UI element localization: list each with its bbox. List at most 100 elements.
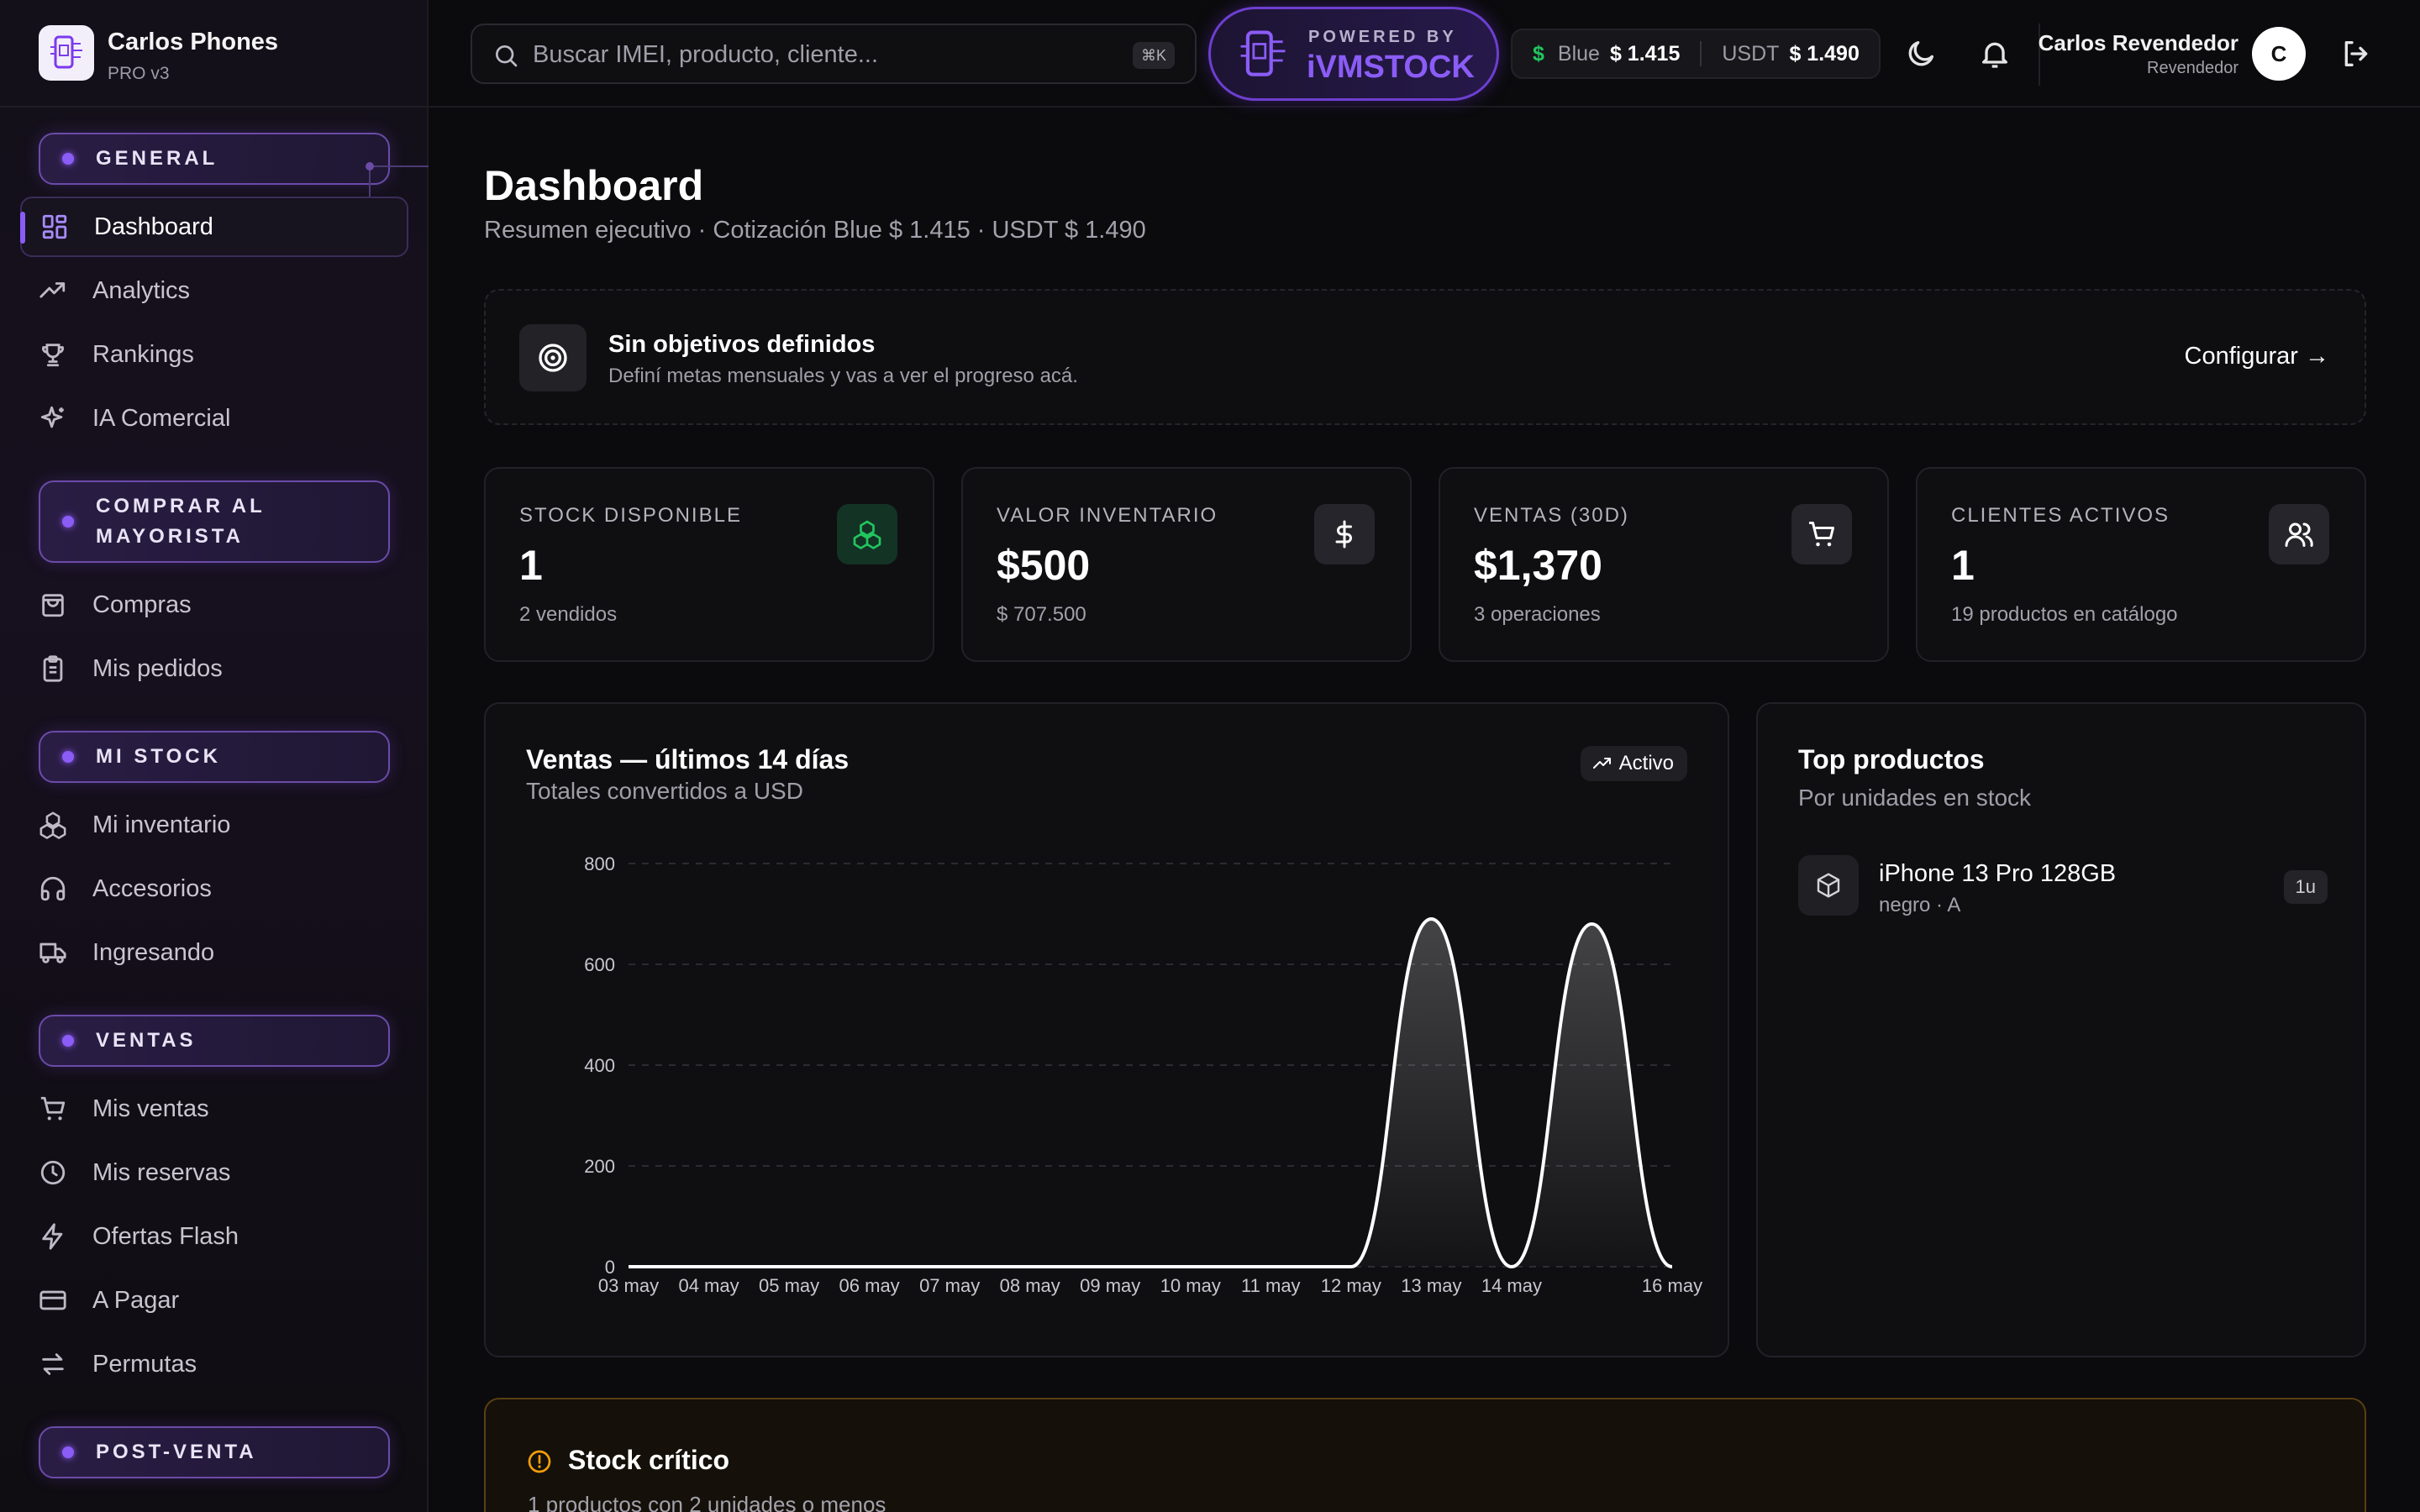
stat-sub: 2 vendidos — [519, 603, 618, 626]
user-name: Carlos Revendedor — [2038, 30, 2238, 55]
phone-chip-logo-icon — [1240, 30, 1286, 76]
sidebar-item-permutas[interactable]: Permutas — [20, 1334, 408, 1394]
credit-card-icon — [39, 1290, 66, 1310]
cart-icon — [40, 1096, 66, 1121]
stat-card-clientes: CLIENTES ACTIVOS 1 19 productos en catál… — [1916, 467, 2366, 662]
section-dot-icon — [62, 1035, 74, 1047]
section-dot-icon — [62, 153, 74, 165]
brand-header[interactable]: Carlos Phones PRO v3 — [0, 0, 427, 108]
boxes-icon — [39, 811, 66, 839]
page-subtitle: Resumen ejecutivo · Cotización Blue $ 1.… — [484, 217, 1146, 244]
x-tick-label: 03 may — [598, 1275, 659, 1296]
target-icon — [519, 324, 587, 391]
usdt-rate-label: USDT — [1722, 41, 1780, 66]
avatar[interactable]: C — [2252, 27, 2306, 81]
x-tick-label: 12 may — [1321, 1275, 1381, 1296]
list-item[interactable]: iPhone 13 Pro 128GB negro · A 1u — [1798, 855, 2328, 917]
x-tick-label: 05 may — [759, 1275, 819, 1296]
exchange-rates: $ Blue $ 1.415 USDT $ 1.490 — [1511, 29, 1881, 79]
powered-by-label: POWERED BY — [1308, 28, 1457, 46]
sidebar-item-ingresando[interactable]: Ingresando — [20, 922, 408, 983]
sidebar-item-a-pagar[interactable]: A Pagar — [20, 1270, 408, 1331]
boxes-icon — [837, 504, 897, 564]
sidebar-item-label: Mis ventas — [92, 1095, 209, 1122]
sidebar-item-label: IA Comercial — [92, 404, 231, 432]
sidebar-item-rankings[interactable]: Rankings — [20, 324, 408, 385]
clock-icon — [40, 1160, 66, 1185]
critical-stock-panel: Stock crítico 1 productos con 2 unidades… — [484, 1398, 2366, 1512]
y-tick-label: 400 — [584, 1055, 615, 1076]
rates-divider — [1700, 41, 1702, 66]
sidebar-item-accesorios[interactable]: Accesorios — [20, 858, 408, 919]
sidebar-item-compras[interactable]: Compras — [20, 575, 408, 635]
sidebar-item-mis-reservas[interactable]: Mis reservas — [20, 1142, 408, 1203]
stat-card-valor-inventario: VALOR INVENTARIO $500 $ 707.500 — [961, 467, 1412, 662]
trending-up-icon — [39, 282, 66, 298]
sidebar: Carlos Phones PRO v3 GENERAL Dashboard A… — [0, 0, 429, 1512]
critical-stock-title: Stock crítico — [568, 1445, 730, 1475]
topbar: ⌘K POWERED BY iVMSTOCK $ Blue $ 1.415 US… — [429, 0, 2420, 108]
stat-value: 1 — [1951, 542, 1975, 589]
section-dot-icon — [62, 1446, 74, 1458]
sidebar-item-analytics[interactable]: Analytics — [20, 260, 408, 321]
sales-chart-panel: Ventas — últimos 14 días Totales convert… — [484, 702, 1729, 1357]
page-title: Dashboard — [484, 162, 704, 209]
sidebar-item-ofertas-flash[interactable]: Ofertas Flash — [20, 1206, 408, 1267]
user-role: Revendedor — [2147, 59, 2238, 77]
stat-sub: 3 operaciones — [1474, 603, 1601, 626]
sidebar-item-dashboard[interactable]: Dashboard — [20, 197, 408, 257]
sidebar-item-label: Mis pedidos — [92, 654, 223, 682]
sales-area-chart: 020040060080003 may 04 may 05 may 06 may 07 … — [584, 853, 1702, 1296]
stat-card-stock: STOCK DISPONIBLE 1 2 vendidos — [484, 467, 934, 662]
configure-button[interactable]: Configurar → — [2185, 343, 2329, 370]
sidebar-item-label: A Pagar — [92, 1286, 180, 1314]
phone-chip-logo-icon — [39, 25, 94, 81]
sidebar-item-label: Rankings — [92, 340, 194, 368]
product-detail: negro · A — [1879, 894, 1961, 916]
x-tick-label: 07 may — [919, 1275, 980, 1296]
dashboard-grid-icon — [42, 214, 67, 239]
search-input[interactable] — [533, 39, 1104, 71]
stat-value: $1,370 — [1474, 542, 1602, 589]
trophy-icon — [42, 344, 64, 367]
sidebar-item-label: Compras — [92, 591, 192, 618]
sidebar-item-mis-ventas[interactable]: Mis ventas — [20, 1079, 408, 1139]
brand-name: Carlos Phones — [108, 29, 279, 55]
x-tick-label: 11 may — [1241, 1275, 1301, 1296]
sparkles-icon — [40, 406, 64, 428]
headphones-icon — [40, 876, 66, 901]
y-tick-label: 200 — [584, 1156, 615, 1177]
dollar-icon — [1314, 504, 1375, 564]
dollar-icon: $ — [1533, 41, 1544, 66]
sidebar-item-label: Mi inventario — [92, 811, 231, 838]
usdt-rate-value: $ 1.490 — [1789, 41, 1860, 66]
critical-stock-subtitle: 1 productos con 2 unidades o menos — [528, 1492, 886, 1512]
cart-icon — [1791, 504, 1852, 564]
package-icon — [1798, 855, 1859, 916]
sidebar-item-ia-comercial[interactable]: IA Comercial — [20, 388, 408, 449]
moon-icon[interactable] — [1904, 37, 1938, 71]
sidebar-item-mi-inventario[interactable]: Mi inventario — [20, 795, 408, 855]
lightning-icon — [42, 1223, 63, 1250]
active-indicator — [20, 212, 25, 244]
x-tick-label: 13 may — [1401, 1275, 1461, 1296]
goals-title: Sin objetivos definidos — [608, 331, 876, 358]
logout-icon[interactable] — [2339, 37, 2373, 71]
x-tick-label: 04 may — [678, 1275, 739, 1296]
powered-by-badge[interactable]: POWERED BY iVMSTOCK — [1208, 7, 1499, 101]
sidebar-item-mis-pedidos[interactable]: Mis pedidos — [20, 638, 408, 699]
sales-series-line — [629, 916, 1673, 1269]
stat-label: CLIENTES ACTIVOS — [1951, 504, 2170, 527]
y-tick-label: 800 — [584, 853, 615, 874]
sidebar-item-label: Accesorios — [92, 874, 212, 902]
x-tick-label: 08 may — [1000, 1275, 1060, 1296]
alert-circle-icon — [528, 1450, 551, 1473]
bell-icon[interactable] — [1978, 37, 2012, 71]
section-mi-stock: MI STOCK — [39, 731, 390, 783]
x-tick-label: 09 may — [1080, 1275, 1140, 1296]
sidebar-item-label: Mis reservas — [92, 1158, 231, 1186]
search-box[interactable]: ⌘K — [471, 24, 1197, 84]
top-products-title: Top productos — [1798, 744, 1985, 774]
sidebar-item-label: Ofertas Flash — [92, 1222, 239, 1250]
swap-icon — [42, 1353, 64, 1375]
